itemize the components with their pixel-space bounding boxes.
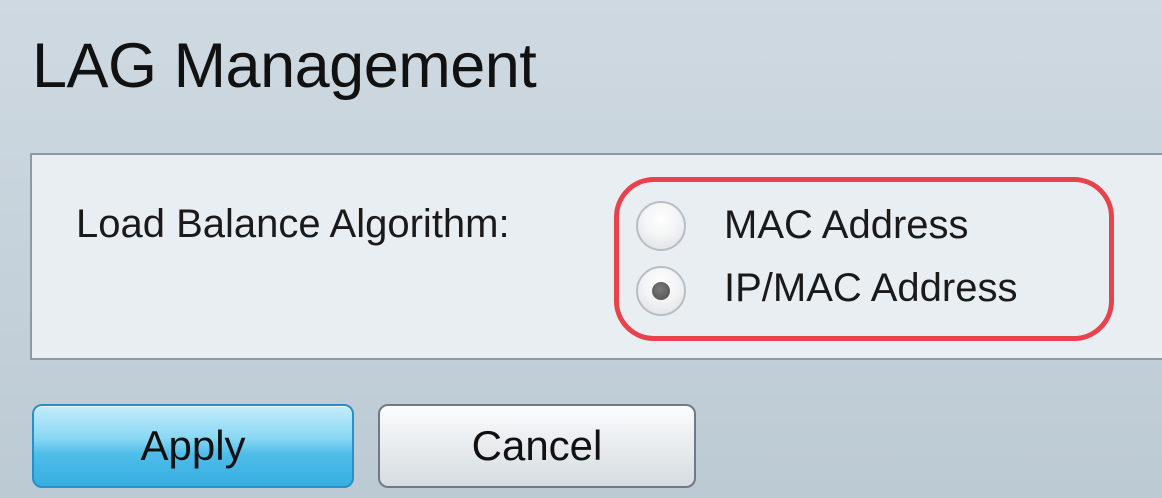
page-title: LAG Management	[32, 31, 537, 101]
ip-mac-address-radio[interactable]	[636, 266, 686, 316]
mac-address-radio[interactable]	[636, 201, 686, 251]
load-balance-algorithm-label: Load Balance Algorithm:	[76, 202, 510, 246]
ip-mac-address-label[interactable]: IP/MAC Address	[724, 266, 1017, 311]
apply-button[interactable]: Apply	[32, 404, 354, 488]
settings-panel	[30, 153, 1162, 360]
cancel-button[interactable]: Cancel	[378, 404, 696, 488]
mac-address-label[interactable]: MAC Address	[724, 203, 969, 248]
